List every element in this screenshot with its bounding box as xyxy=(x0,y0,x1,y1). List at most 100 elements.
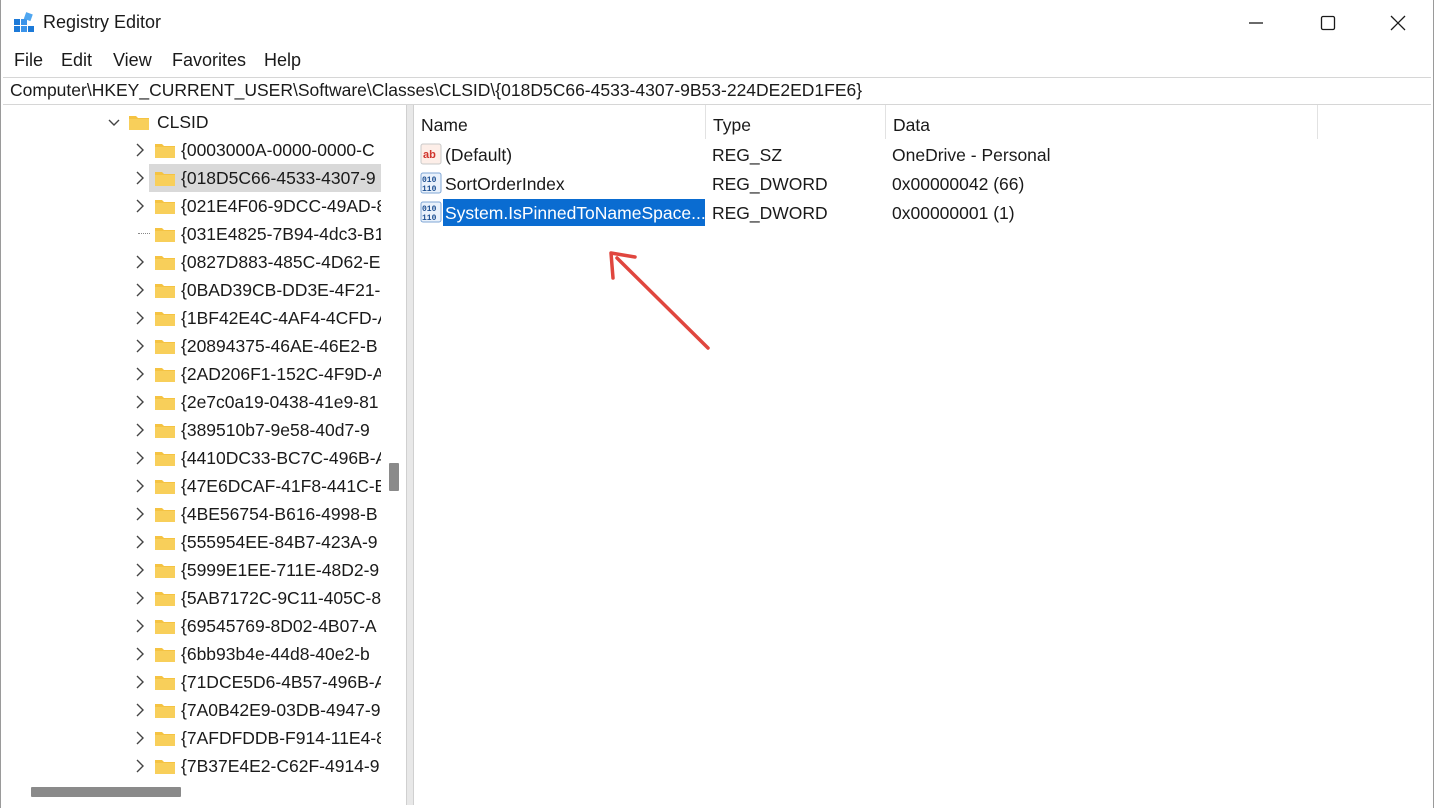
svg-text:ab: ab xyxy=(423,149,436,161)
chevron-right-icon[interactable] xyxy=(133,338,147,354)
close-button[interactable] xyxy=(1363,0,1433,46)
tree-item[interactable]: {4410DC33-BC7C-496B-A xyxy=(3,444,381,472)
vertical-scrollbar-thumb[interactable] xyxy=(389,463,399,491)
value-row-sortorderindex[interactable]: 010 110 SortOrderIndex REG_DWORD 0x00000… xyxy=(414,169,1414,198)
column-header-label: Data xyxy=(893,115,930,135)
tree-item[interactable]: {5AB7172C-9C11-405C-8 xyxy=(3,584,381,612)
tree-item[interactable]: {018D5C66-4533-4307-9 xyxy=(3,164,381,192)
menu-edit[interactable]: Edit xyxy=(61,50,92,71)
folder-icon xyxy=(155,340,175,354)
menu-favorites[interactable]: Favorites xyxy=(172,50,246,71)
chevron-right-icon[interactable] xyxy=(133,422,147,438)
tree-item[interactable]: {555954EE-84B7-423A-9 xyxy=(3,528,381,556)
maximize-icon xyxy=(1320,15,1336,31)
column-header-type[interactable]: Type xyxy=(706,105,886,139)
binary-value-icon: 010 110 xyxy=(420,201,442,223)
folder-icon xyxy=(155,256,175,270)
tree-item-label: {389510b7-9e58-40d7-9 xyxy=(181,420,370,440)
chevron-right-icon[interactable] xyxy=(133,618,147,634)
chevron-right-icon[interactable] xyxy=(133,562,147,578)
chevron-right-icon[interactable] xyxy=(133,478,147,494)
chevron-right-icon[interactable] xyxy=(133,254,147,270)
chevron-right-icon[interactable] xyxy=(133,758,147,774)
minimize-button[interactable] xyxy=(1221,0,1291,46)
window-title: Registry Editor xyxy=(43,12,162,32)
annotation-arrow xyxy=(609,251,710,350)
chevron-right-icon[interactable] xyxy=(133,506,147,522)
folder-icon xyxy=(155,312,175,326)
tree-item-label: {2AD206F1-152C-4F9D-A xyxy=(181,364,381,384)
value-row-ispinned[interactable]: 010 110 System.IsPinnedToNameSpace... RE… xyxy=(414,198,1414,227)
binary-value-icon: 010 110 xyxy=(420,172,442,194)
selected-name-highlight: System.IsPinnedToNameSpace... xyxy=(443,199,706,226)
chevron-right-icon[interactable] xyxy=(133,702,147,718)
address-path[interactable]: Computer\HKEY_CURRENT_USER\Software\Clas… xyxy=(10,80,862,101)
value-data: 0x00000042 (66) xyxy=(892,174,1025,194)
maximize-button[interactable] xyxy=(1293,0,1363,46)
tree-item[interactable]: {2e7c0a19-0438-41e9-81 xyxy=(3,388,381,416)
chevron-right-icon[interactable] xyxy=(133,170,147,186)
menu-file[interactable]: File xyxy=(14,50,43,71)
chevron-right-icon[interactable] xyxy=(133,394,147,410)
tree-item[interactable]: {389510b7-9e58-40d7-9 xyxy=(3,416,381,444)
chevron-right-icon[interactable] xyxy=(133,366,147,382)
tree-item[interactable]: {031E4825-7B94-4dc3-B1 xyxy=(3,220,381,248)
tree-item[interactable]: {7B37E4E2-C62F-4914-9 xyxy=(3,752,381,780)
svg-text:110: 110 xyxy=(422,214,437,223)
title-bar: Registry Editor xyxy=(1,0,1433,46)
tree-item[interactable]: {7AFDFDDB-F914-11E4-8 xyxy=(3,724,381,752)
tree-item[interactable]: {021E4F06-9DCC-49AD-8 xyxy=(3,192,381,220)
tree-item[interactable]: {5999E1EE-711E-48D2-9 xyxy=(3,556,381,584)
chevron-right-icon[interactable] xyxy=(133,674,147,690)
chevron-right-icon[interactable] xyxy=(133,142,147,158)
chevron-right-icon[interactable] xyxy=(133,198,147,214)
tree-item[interactable]: {47E6DCAF-41F8-441C-B xyxy=(3,472,381,500)
tree-item[interactable]: {2AD206F1-152C-4F9D-A xyxy=(3,360,381,388)
tree-item-label: {0827D883-485C-4D62-E xyxy=(181,252,381,272)
address-bar[interactable]: Computer\HKEY_CURRENT_USER\Software\Clas… xyxy=(3,77,1431,105)
tree-item-label: {4BE56754-B616-4998-B xyxy=(181,504,378,524)
chevron-right-icon[interactable] xyxy=(133,450,147,466)
menu-view[interactable]: View xyxy=(113,50,152,71)
chevron-right-icon[interactable] xyxy=(133,730,147,746)
menu-help[interactable]: Help xyxy=(264,50,301,71)
tree-item[interactable]: {20894375-46AE-46E2-B xyxy=(3,332,381,360)
tree-item-label: {20894375-46AE-46E2-B xyxy=(181,336,378,356)
tree-item[interactable]: {69545769-8D02-4B07-A xyxy=(3,612,381,640)
chevron-right-icon[interactable] xyxy=(133,282,147,298)
tree-item-label: {0BAD39CB-DD3E-4F21-9 xyxy=(181,280,381,300)
svg-text:110: 110 xyxy=(422,185,437,194)
value-type: REG_DWORD xyxy=(712,174,828,194)
folder-icon xyxy=(155,144,175,158)
tree-item[interactable]: {0BAD39CB-DD3E-4F21-9 xyxy=(3,276,381,304)
tree-item-clsid[interactable]: CLSID xyxy=(3,108,381,136)
tree-item[interactable]: {6bb93b4e-44d8-40e2-b xyxy=(3,640,381,668)
tree-item-label: {47E6DCAF-41F8-441C-B xyxy=(181,476,381,496)
folder-icon xyxy=(155,228,175,242)
folder-icon xyxy=(155,424,175,438)
chevron-right-icon[interactable] xyxy=(133,590,147,606)
values-list-pane[interactable]: Name Type Data ab (Default) REG_SZ OneDr… xyxy=(414,105,1431,805)
value-data: OneDrive - Personal xyxy=(892,145,1051,165)
tree-item[interactable]: {4BE56754-B616-4998-B xyxy=(3,500,381,528)
horizontal-scrollbar-thumb[interactable] xyxy=(31,787,181,797)
chevron-right-icon[interactable] xyxy=(133,646,147,662)
tree-item-label: {6bb93b4e-44d8-40e2-b xyxy=(181,644,370,664)
chevron-right-icon[interactable] xyxy=(133,534,147,550)
tree-item-label: {7B37E4E2-C62F-4914-9 xyxy=(181,756,380,776)
column-header-data[interactable]: Data xyxy=(886,105,1318,139)
folder-icon xyxy=(155,480,175,494)
tree-item[interactable]: {7A0B42E9-03DB-4947-9 xyxy=(3,696,381,724)
tree-item[interactable]: {0827D883-485C-4D62-E xyxy=(3,248,381,276)
tree-item[interactable]: {1BF42E4C-4AF4-4CFD-A xyxy=(3,304,381,332)
key-tree-pane[interactable]: CLSID {0003000A-0000-0000-C {018D5C66-453… xyxy=(3,105,406,805)
pane-splitter[interactable] xyxy=(406,105,414,805)
value-name: SortOrderIndex xyxy=(445,174,565,194)
tree-item[interactable]: {71DCE5D6-4B57-496B-A xyxy=(3,668,381,696)
tree-item[interactable]: {0003000A-0000-0000-C xyxy=(3,136,381,164)
string-value-icon: ab xyxy=(420,143,442,165)
folder-icon xyxy=(155,564,175,578)
column-header-name[interactable]: Name xyxy=(414,105,706,139)
value-row-default[interactable]: ab (Default) REG_SZ OneDrive - Personal xyxy=(414,140,1414,169)
chevron-right-icon[interactable] xyxy=(133,310,147,326)
